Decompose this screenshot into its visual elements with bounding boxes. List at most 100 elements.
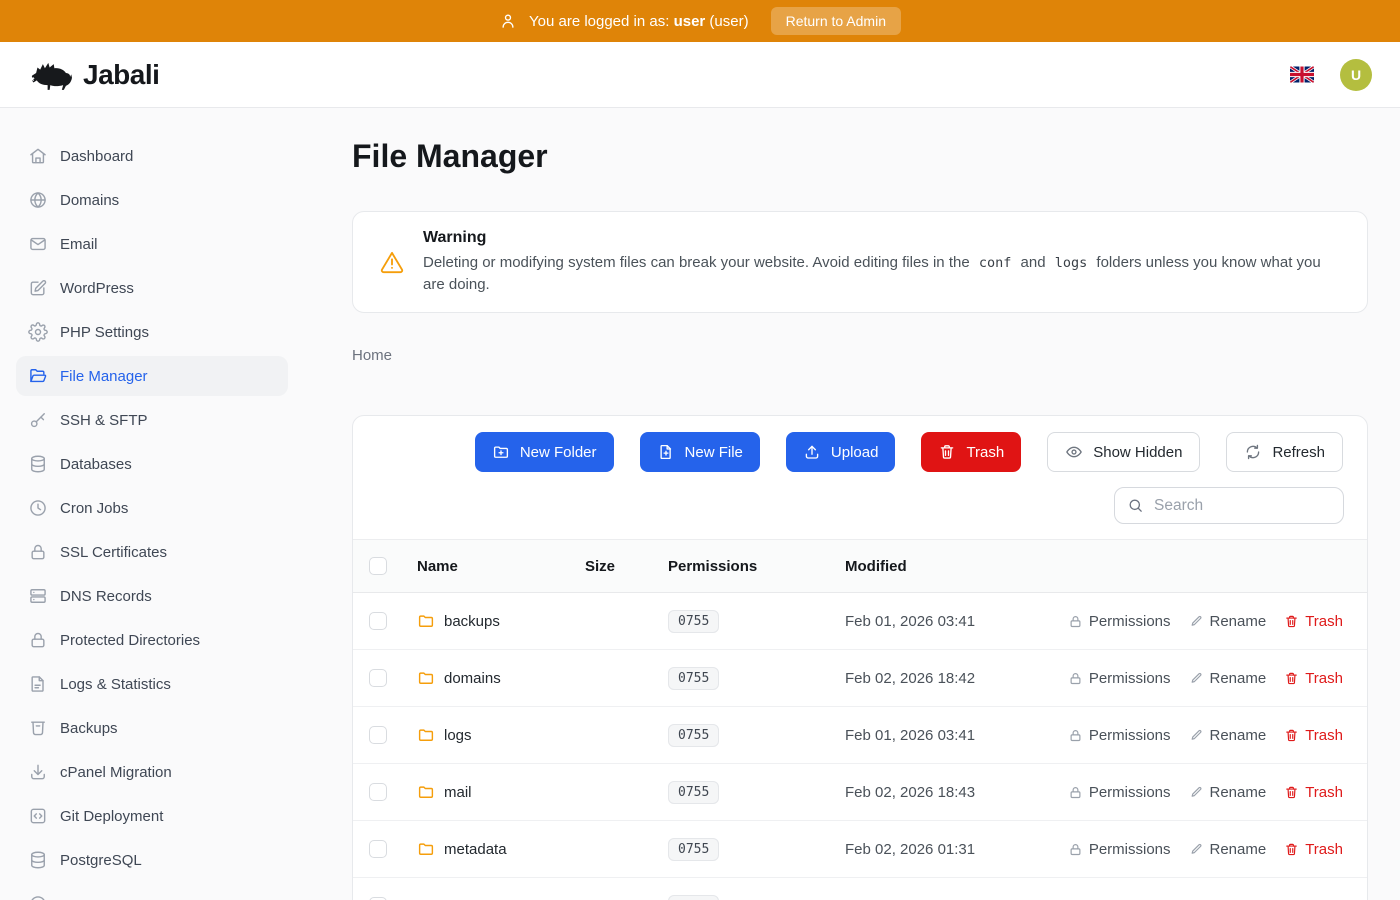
sidebar-item-domains[interactable]: Domains [16, 180, 288, 220]
lock-icon [1068, 614, 1083, 629]
breadcrumb-home[interactable]: Home [352, 347, 392, 364]
table-row: domains 0755 Feb 02, 2026 18:42 Permissi… [353, 650, 1367, 707]
sidebar-item-ssl-certificates[interactable]: SSL Certificates [16, 532, 288, 572]
return-to-admin-button[interactable]: Return to Admin [771, 7, 901, 35]
sidebar-item-wordpress[interactable]: WordPress [16, 268, 288, 308]
permissions-action[interactable]: Permissions [1068, 613, 1171, 630]
sidebar-item-postgresql[interactable]: PostgreSQL [16, 840, 288, 880]
new-folder-button[interactable]: New Folder [475, 432, 614, 472]
sidebar-item-partial[interactable] [16, 884, 288, 900]
row-checkbox[interactable] [369, 726, 387, 744]
column-header-size: Size [585, 558, 668, 575]
permissions-action[interactable]: Permissions [1068, 727, 1171, 744]
database-icon [28, 850, 48, 870]
rename-action[interactable]: Rename [1189, 841, 1267, 858]
rename-action[interactable]: Rename [1189, 613, 1267, 630]
file-name-link[interactable]: backups [444, 613, 500, 630]
warning-text-between: and [1021, 254, 1046, 271]
mail-icon [28, 234, 48, 254]
home-icon [28, 146, 48, 166]
sidebar-item-label: Git Deployment [60, 808, 163, 825]
sidebar-item-dashboard[interactable]: Dashboard [16, 136, 288, 176]
search-icon [1127, 497, 1144, 514]
new-file-button[interactable]: New File [640, 432, 760, 472]
file-name-link[interactable]: metadata [444, 841, 507, 858]
file-toolbar: New Folder New File Upload Trash Show Hi… [353, 416, 1367, 472]
rename-action[interactable]: Rename [1189, 727, 1267, 744]
row-checkbox[interactable] [369, 669, 387, 687]
sidebar-item-logs-statistics[interactable]: Logs & Statistics [16, 664, 288, 704]
trash-button[interactable]: Trash [921, 432, 1021, 472]
trash-action[interactable]: Trash [1284, 727, 1343, 744]
upload-button[interactable]: Upload [786, 432, 896, 472]
sidebar-item-protected-directories[interactable]: Protected Directories [16, 620, 288, 660]
trash-action[interactable]: Trash [1284, 784, 1343, 801]
sidebar-item-databases[interactable]: Databases [16, 444, 288, 484]
refresh-button[interactable]: Refresh [1226, 432, 1343, 472]
file-name-link[interactable]: mail [444, 784, 472, 801]
show-hidden-button[interactable]: Show Hidden [1047, 432, 1200, 472]
refresh-label: Refresh [1272, 444, 1325, 461]
trash-action[interactable]: Trash [1284, 841, 1343, 858]
rename-action[interactable]: Rename [1189, 784, 1267, 801]
table-row: 0755 Permissions Rename Trash [353, 878, 1367, 900]
file-plus-icon [657, 443, 675, 461]
modified-cell: Feb 02, 2026 01:31 [845, 841, 1068, 858]
database-icon [28, 454, 48, 474]
permissions-action[interactable]: Permissions [1068, 784, 1171, 801]
user-avatar[interactable]: U [1340, 59, 1372, 91]
modified-cell: Feb 02, 2026 18:43 [845, 784, 1068, 801]
warning-alert: Warning Deleting or modifying system fil… [352, 211, 1368, 313]
sidebar-item-label: Databases [60, 456, 132, 473]
key-icon [28, 410, 48, 430]
row-checkbox[interactable] [369, 840, 387, 858]
boar-logo-icon [28, 58, 74, 92]
sidebar-item-file-manager[interactable]: File Manager [16, 356, 288, 396]
table-row: backups 0755 Feb 01, 2026 03:41 Permissi… [353, 593, 1367, 650]
rename-action[interactable]: Rename [1189, 670, 1267, 687]
sidebar-item-label: Protected Directories [60, 632, 200, 649]
trash-action[interactable]: Trash [1284, 670, 1343, 687]
modified-cell: Feb 01, 2026 03:41 [845, 613, 1068, 630]
table-row: mail 0755 Feb 02, 2026 18:43 Permissions… [353, 764, 1367, 821]
search-input[interactable] [1114, 487, 1344, 524]
permissions-action[interactable]: Permissions [1068, 670, 1171, 687]
sidebar-item-git-deployment[interactable]: Git Deployment [16, 796, 288, 836]
sidebar-item-dns-records[interactable]: DNS Records [16, 576, 288, 616]
folder-icon [417, 840, 435, 858]
select-all-checkbox[interactable] [369, 557, 387, 575]
sidebar-item-email[interactable]: Email [16, 224, 288, 264]
permissions-badge: 0755 [668, 667, 719, 690]
warning-code-conf: conf [974, 255, 1017, 271]
archive-icon [28, 718, 48, 738]
brand-logo[interactable]: Jabali [28, 58, 159, 92]
warning-text: Deleting or modifying system files can b… [423, 252, 1341, 295]
logged-in-username: user [674, 13, 706, 30]
new-folder-label: New Folder [520, 444, 597, 461]
folder-plus-icon [492, 443, 510, 461]
trash-action[interactable]: Trash [1284, 613, 1343, 630]
language-flag-icon[interactable] [1290, 66, 1314, 83]
sidebar-item-cron-jobs[interactable]: Cron Jobs [16, 488, 288, 528]
lock-icon [28, 542, 48, 562]
folder-open-icon [28, 366, 48, 386]
lock-icon [1068, 728, 1083, 743]
sidebar-item-label: Backups [60, 720, 118, 737]
column-header-permissions: Permissions [668, 558, 845, 575]
sidebar-item-ssh-sftp[interactable]: SSH & SFTP [16, 400, 288, 440]
row-checkbox[interactable] [369, 612, 387, 630]
trash-icon [1284, 614, 1299, 629]
sidebar-item-label: Domains [60, 192, 119, 209]
file-name-link[interactable]: domains [444, 670, 501, 687]
download-icon [28, 762, 48, 782]
sidebar-item-backups[interactable]: Backups [16, 708, 288, 748]
row-checkbox[interactable] [369, 783, 387, 801]
sidebar-item-php-settings[interactable]: PHP Settings [16, 312, 288, 352]
pencil-icon [1189, 785, 1204, 800]
document-icon [28, 674, 48, 694]
refresh-icon [1244, 443, 1262, 461]
sidebar-item-cpanel-migration[interactable]: cPanel Migration [16, 752, 288, 792]
file-name-link[interactable]: logs [444, 727, 472, 744]
permissions-action[interactable]: Permissions [1068, 841, 1171, 858]
pencil-icon [1189, 671, 1204, 686]
